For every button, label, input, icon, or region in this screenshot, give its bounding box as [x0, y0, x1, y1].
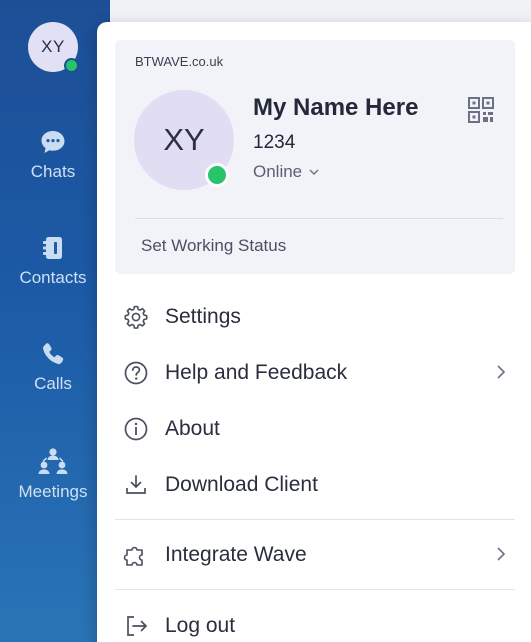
nav-label-chats: Chats: [30, 162, 76, 181]
logout-arrow-icon: [115, 613, 155, 639]
menu-label-help: Help and Feedback: [165, 361, 348, 384]
menu-divider: [115, 589, 515, 590]
menu-divider: [115, 519, 515, 520]
contacts-book-icon: [43, 237, 62, 259]
nav-label-calls: Calls: [34, 374, 72, 393]
phone-icon: [43, 343, 64, 365]
nav-item-chats[interactable]: Chats: [0, 128, 106, 182]
menu-item-help-and-feedback[interactable]: Help and Feedback: [115, 351, 515, 395]
menu-label-logout: Log out: [165, 614, 236, 637]
menu-item-download-client[interactable]: Download Client: [115, 463, 515, 507]
gear-icon: [115, 304, 155, 330]
qr-code-button[interactable]: [467, 96, 495, 129]
nav-label-meetings: Meetings: [18, 482, 88, 501]
online-status-dot: [64, 58, 79, 73]
nav-rail: XY Chats Contacts Calls Meetings: [0, 0, 110, 642]
profile-avatar-initials: XY: [163, 122, 205, 157]
menu-label-settings: Settings: [165, 305, 241, 328]
menu-label-about: About: [165, 417, 220, 440]
nav-label-contacts: Contacts: [19, 268, 87, 287]
set-working-status-button[interactable]: Set Working Status: [141, 236, 286, 256]
chevron-right-icon: [495, 545, 507, 568]
account-domain: BTWAVE.co.uk: [135, 54, 224, 69]
presence-status-label: Online: [253, 162, 303, 181]
profile-extension: 1234: [253, 132, 296, 153]
qr-code-icon: [468, 97, 494, 123]
menu-item-log-out[interactable]: Log out: [115, 604, 515, 642]
nav-item-contacts[interactable]: Contacts: [0, 234, 106, 288]
card-divider: [135, 218, 503, 219]
meeting-people-icon: [38, 448, 68, 474]
question-circle-icon: [115, 360, 155, 386]
rail-avatar[interactable]: XY: [28, 22, 79, 73]
puzzle-icon: [115, 541, 155, 569]
menu-item-about[interactable]: About: [115, 407, 515, 451]
profile-card: BTWAVE.co.uk XY My Name Here 1234 Online: [115, 40, 515, 274]
nav-item-meetings[interactable]: Meetings: [0, 446, 106, 502]
profile-menu-panel: BTWAVE.co.uk XY My Name Here 1234 Online: [97, 22, 531, 642]
chevron-down-icon: [309, 169, 319, 175]
info-circle-icon: [115, 416, 155, 442]
nav-item-calls[interactable]: Calls: [0, 340, 106, 394]
menu-label-download: Download Client: [165, 473, 318, 496]
download-tray-icon: [115, 472, 155, 498]
online-status-dot: [205, 163, 229, 187]
rail-avatar-initials: XY: [41, 37, 65, 56]
presence-status-dropdown[interactable]: Online: [253, 162, 320, 182]
menu-item-settings[interactable]: Settings: [115, 295, 515, 339]
chevron-right-icon: [495, 363, 507, 386]
menu-label-integrate: Integrate Wave: [165, 543, 307, 566]
profile-name: My Name Here: [253, 94, 419, 121]
chat-bubble-icon: [41, 131, 65, 153]
menu-item-integrate-wave[interactable]: Integrate Wave: [115, 533, 515, 577]
top-background: [110, 0, 531, 22]
